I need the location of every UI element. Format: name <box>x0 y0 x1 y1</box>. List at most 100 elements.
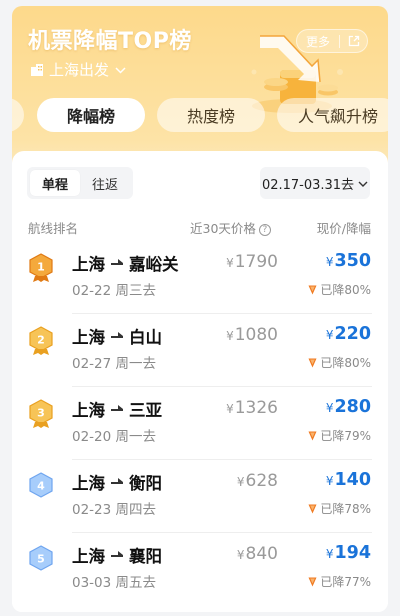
tab-trending[interactable]: 人气飙升榜 <box>277 98 388 132</box>
page-title: 机票降幅TOP榜 <box>28 29 192 54</box>
down-arrow-icon <box>308 504 317 513</box>
history-price: ¥1790 <box>226 252 278 272</box>
column-header-route: 航线排名 <box>28 221 79 236</box>
down-arrow-icon <box>308 431 317 440</box>
currency-symbol: ¥ <box>325 474 334 488</box>
route-arrow-icon <box>111 477 123 487</box>
drop-percent: 已降80% <box>320 283 371 297</box>
current-price: ¥220 <box>326 324 371 344</box>
currency-symbol: ¥ <box>325 328 334 342</box>
drop-percent: 已降79% <box>320 429 371 443</box>
history-label: 近30天价格 <box>190 221 256 236</box>
rank-medal-icon: 4 <box>29 472 53 498</box>
history-price-value: 840 <box>245 544 278 564</box>
down-arrow-icon <box>308 285 317 294</box>
column-header-history: 近30天价格? <box>190 218 271 237</box>
chevron-down-icon <box>115 63 126 77</box>
ranking-row[interactable]: 1 上海 嘉峪关 02-22 周三去 ¥1790 ¥350 已降80% <box>12 241 388 314</box>
currency-symbol: ¥ <box>226 329 234 343</box>
ranking-row[interactable]: 3 上海 三亚 02-20 周一去 ¥1326 ¥280 已降79% <box>12 387 388 460</box>
route-arrow-icon <box>111 404 123 414</box>
price-drop-badge: 已降77% <box>308 573 371 590</box>
down-arrow-icon <box>308 358 317 367</box>
history-price-value: 1326 <box>234 398 278 418</box>
price-drop-badge: 已降80% <box>308 354 371 371</box>
rank-medal-icon: 3 <box>29 399 53 428</box>
ranking-row[interactable]: 2 上海 白山 02-27 周一去 ¥1080 ¥220 已降80% <box>12 314 388 387</box>
column-header-current: 现价/降幅 <box>316 221 371 236</box>
origin-label: 上海出发 <box>49 61 110 79</box>
rank-number: 2 <box>37 334 45 347</box>
departure-date: 02-23 周四去 <box>72 502 157 518</box>
current-price-value: 350 <box>334 251 371 271</box>
tab-price-drop[interactable]: 降幅榜 <box>37 98 145 132</box>
current-price-value: 194 <box>334 543 371 563</box>
departure-date: 03-03 周五去 <box>72 575 157 591</box>
drop-percent: 已降77% <box>320 575 371 589</box>
round-trip-option[interactable]: 往返 <box>80 170 130 196</box>
currency-symbol: ¥ <box>226 256 234 270</box>
down-arrow-icon <box>308 577 317 586</box>
header: 机票降幅TOP榜 上海出发 更多 降幅榜 热度榜 人气飙升榜 <box>12 6 388 151</box>
departure-date: 02-27 周一去 <box>72 356 157 372</box>
tab-partial-left[interactable] <box>12 98 24 132</box>
route-origin: 上海 <box>72 547 105 566</box>
rank-number: 5 <box>37 553 45 566</box>
price-drop-badge: 已降80% <box>308 281 371 298</box>
drop-percent: 已降78% <box>320 502 371 516</box>
current-price: ¥194 <box>326 543 371 563</box>
currency-symbol: ¥ <box>325 401 334 415</box>
rank-medal-icon: 5 <box>29 545 53 571</box>
building-icon <box>31 63 43 76</box>
ranking-row[interactable]: 4 上海 衡阳 02-23 周四去 ¥628 ¥140 已降78% <box>12 460 388 533</box>
help-icon[interactable]: ? <box>258 224 271 236</box>
route-destination: 白山 <box>129 328 162 347</box>
origin-selector[interactable]: 上海出发 <box>30 59 126 80</box>
currency-symbol: ¥ <box>325 547 334 561</box>
ranking-row[interactable]: 5 上海 襄阳 03-03 周五去 ¥840 ¥194 已降77% <box>12 533 388 606</box>
flight-ranking-card: 机票降幅TOP榜 上海出发 更多 降幅榜 热度榜 人气飙升榜 单程 往返 02.… <box>12 6 388 612</box>
history-price: ¥1080 <box>226 325 278 345</box>
current-price-value: 140 <box>334 470 371 490</box>
route-origin: 上海 <box>72 255 105 274</box>
route-arrow-icon <box>111 331 123 341</box>
history-price-value: 1790 <box>234 252 278 272</box>
more-button[interactable]: 更多 <box>297 33 339 50</box>
date-range-selector[interactable]: 02.17-03.31去 <box>260 167 370 199</box>
route-destination: 衡阳 <box>129 474 162 493</box>
route-arrow-icon <box>111 550 123 560</box>
more-share-group: 更多 <box>296 29 368 53</box>
current-price-value: 280 <box>334 397 371 417</box>
currency-symbol: ¥ <box>226 402 234 416</box>
history-price: ¥628 <box>237 471 278 491</box>
one-way-option[interactable]: 单程 <box>30 170 80 196</box>
route-origin: 上海 <box>72 401 105 420</box>
current-price-value: 220 <box>334 324 371 344</box>
current-price: ¥140 <box>326 470 371 490</box>
chevron-down-icon <box>358 177 368 190</box>
route-destination: 三亚 <box>129 401 162 420</box>
tab-popularity[interactable]: 热度榜 <box>157 98 265 132</box>
rank-number: 3 <box>37 407 45 420</box>
departure-date: 02-22 周三去 <box>72 283 157 299</box>
trip-type-toggle: 单程 往返 <box>27 167 133 199</box>
route-label: 上海 嘉峪关 <box>72 251 179 275</box>
rank-number: 4 <box>37 480 45 493</box>
history-price: ¥840 <box>237 544 278 564</box>
ranking-tabs: 降幅榜 热度榜 人气飙升榜 <box>12 98 388 134</box>
route-arrow-icon <box>111 258 123 268</box>
departure-date: 02-20 周一去 <box>72 429 157 445</box>
current-price: ¥280 <box>326 397 371 417</box>
price-drop-badge: 已降79% <box>308 427 371 444</box>
date-range-label: 02.17-03.31去 <box>261 177 355 193</box>
current-price: ¥350 <box>326 251 371 271</box>
currency-symbol: ¥ <box>236 548 245 562</box>
share-icon <box>348 35 359 47</box>
route-destination: 嘉峪关 <box>129 255 179 274</box>
share-button[interactable] <box>340 35 367 47</box>
history-price-value: 1080 <box>234 325 278 345</box>
history-price: ¥1326 <box>226 398 278 418</box>
ranking-panel: 单程 往返 02.17-03.31去 航线排名 近30天价格? 现价/降幅 1 上… <box>12 151 388 612</box>
route-label: 上海 白山 <box>72 324 162 348</box>
route-origin: 上海 <box>72 474 105 493</box>
